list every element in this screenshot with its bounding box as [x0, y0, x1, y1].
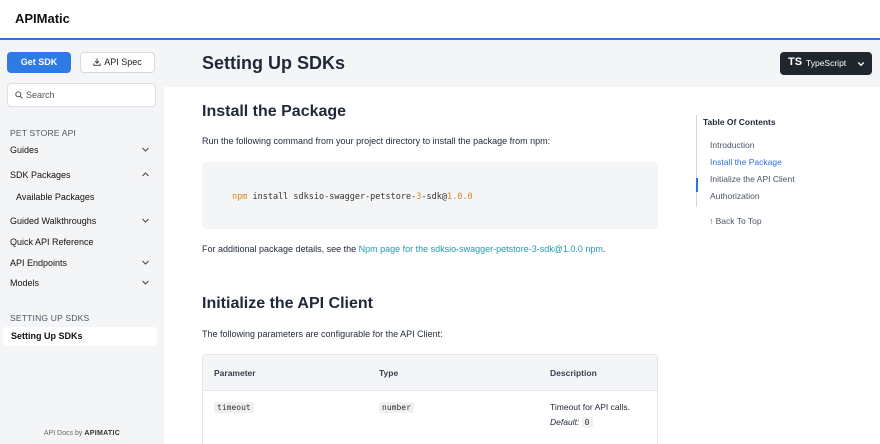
chevron-down-icon — [142, 218, 149, 223]
npm-page-link[interactable]: Npm page for the sdksio-swagger-petstore… — [359, 244, 603, 254]
api-spec-button[interactable]: API Spec — [80, 52, 155, 73]
section-setting-up-sdks: SETTING UP SDKS — [10, 313, 90, 323]
sidebar-item-label: SDK Packages — [10, 170, 71, 180]
toc-item-install-the-package[interactable]: Install the Package — [710, 157, 782, 167]
table-header: Parameter Type Description — [203, 355, 657, 391]
init-heading: Initialize the API Client — [202, 295, 373, 312]
chevron-up-icon — [142, 172, 149, 177]
sidebar-item-label: Models — [10, 278, 40, 288]
sidebar-item-sdk-packages[interactable]: SDK Packages — [0, 166, 164, 184]
chevron-down-icon — [142, 280, 149, 285]
page-header: Setting Up SDKs TS TypeScript — [164, 40, 880, 87]
language-selector[interactable]: TS TypeScript — [780, 52, 872, 75]
footer-prefix: API Docs by — [43, 430, 83, 437]
install-command: npm install sdksio-swagger-petstore-3-sd… — [232, 192, 473, 202]
column-header-parameter: Parameter — [214, 368, 256, 378]
column-header-type: Type — [379, 368, 399, 378]
footer-brand[interactable]: APIMATIC — [84, 430, 120, 437]
install-heading: Install the Package — [202, 103, 347, 120]
top-bar: APIMatic — [0, 0, 880, 40]
sidebar-item-label: Guides — [10, 145, 39, 155]
sidebar-item-models[interactable]: Models — [0, 274, 164, 292]
main-content: Install the Package Run the following co… — [164, 87, 880, 444]
section-pet-store-api: PET STORE API — [10, 128, 77, 138]
default-label: Default: — [550, 417, 580, 427]
back-to-top-label: Back To Top — [715, 216, 762, 226]
toc-active-marker — [696, 178, 698, 192]
init-text: The following parameters are configurabl… — [202, 329, 443, 339]
param-name: timeout — [214, 402, 254, 413]
sidebar-item-quick-api-reference[interactable]: Quick API Reference — [0, 233, 164, 251]
default-value: 0 — [581, 417, 593, 428]
get-sdk-button[interactable]: Get SDK — [7, 52, 71, 73]
toc-item-introduction[interactable]: Introduction — [710, 140, 754, 150]
sidebar-item-label: Quick API Reference — [10, 237, 94, 247]
column-header-description: Description — [550, 368, 597, 378]
search-icon — [15, 91, 23, 99]
sidebar-item-label: API Endpoints — [10, 258, 68, 268]
sidebar-item-setting-up-sdks[interactable]: Setting Up SDKs — [3, 327, 157, 346]
api-spec-label: API Spec — [104, 57, 142, 67]
additional-prefix: For additional package details, see the — [202, 244, 359, 254]
param-description: Timeout for API calls. — [550, 402, 630, 412]
table-of-contents: Table Of Contents Introduction Install t… — [696, 115, 856, 207]
code-part: install sdksio-swagger-petstore- — [247, 192, 417, 202]
additional-suffix: . — [602, 244, 606, 254]
parameters-table: Parameter Type Description timeout numbe… — [202, 354, 658, 444]
code-block[interactable]: npm install sdksio-swagger-petstore-3-sd… — [202, 162, 658, 229]
sidebar-item-label: Available Packages — [16, 192, 95, 202]
sidebar-item-label: Guided Walkthroughs — [10, 216, 97, 226]
search-input[interactable] — [26, 87, 151, 103]
param-type: number — [379, 402, 414, 413]
back-to-top-link[interactable]: ↑ Back To Top — [709, 216, 762, 226]
sidebar-item-available-packages[interactable]: Available Packages — [0, 188, 164, 206]
page-title: Setting Up SDKs — [202, 53, 346, 73]
arrow-up-icon: ↑ — [709, 216, 714, 226]
additional-details-text: For additional package details, see the … — [202, 244, 605, 254]
toc-title: Table Of Contents — [703, 117, 776, 127]
typescript-icon: TS — [788, 56, 803, 68]
sidebar: Get SDK API Spec PET STORE API Guides SD… — [0, 40, 164, 444]
language-label: TypeScript — [806, 58, 847, 68]
code-version: 1.0.0 — [446, 192, 473, 202]
brand-logo[interactable]: APIMatic — [15, 11, 70, 26]
sidebar-footer: API Docs by APIMATIC — [0, 430, 164, 437]
sidebar-item-guided-walkthroughs[interactable]: Guided Walkthroughs — [0, 212, 164, 230]
search-box[interactable] — [7, 83, 156, 107]
chevron-down-icon — [857, 62, 865, 67]
param-default: Default: 0 — [550, 417, 593, 428]
toc-item-authorization[interactable]: Authorization — [710, 191, 760, 201]
sidebar-item-guides[interactable]: Guides — [0, 141, 164, 159]
sidebar-item-api-endpoints[interactable]: API Endpoints — [0, 254, 164, 272]
chevron-down-icon — [142, 260, 149, 265]
chevron-down-icon — [142, 147, 149, 152]
download-icon — [93, 58, 101, 66]
install-text: Run the following command from your proj… — [202, 136, 551, 146]
code-npm: npm — [232, 192, 248, 202]
code-part: -sdk@ — [421, 192, 447, 202]
toc-item-initialize-the-api-client[interactable]: Initialize the API Client — [710, 174, 795, 184]
